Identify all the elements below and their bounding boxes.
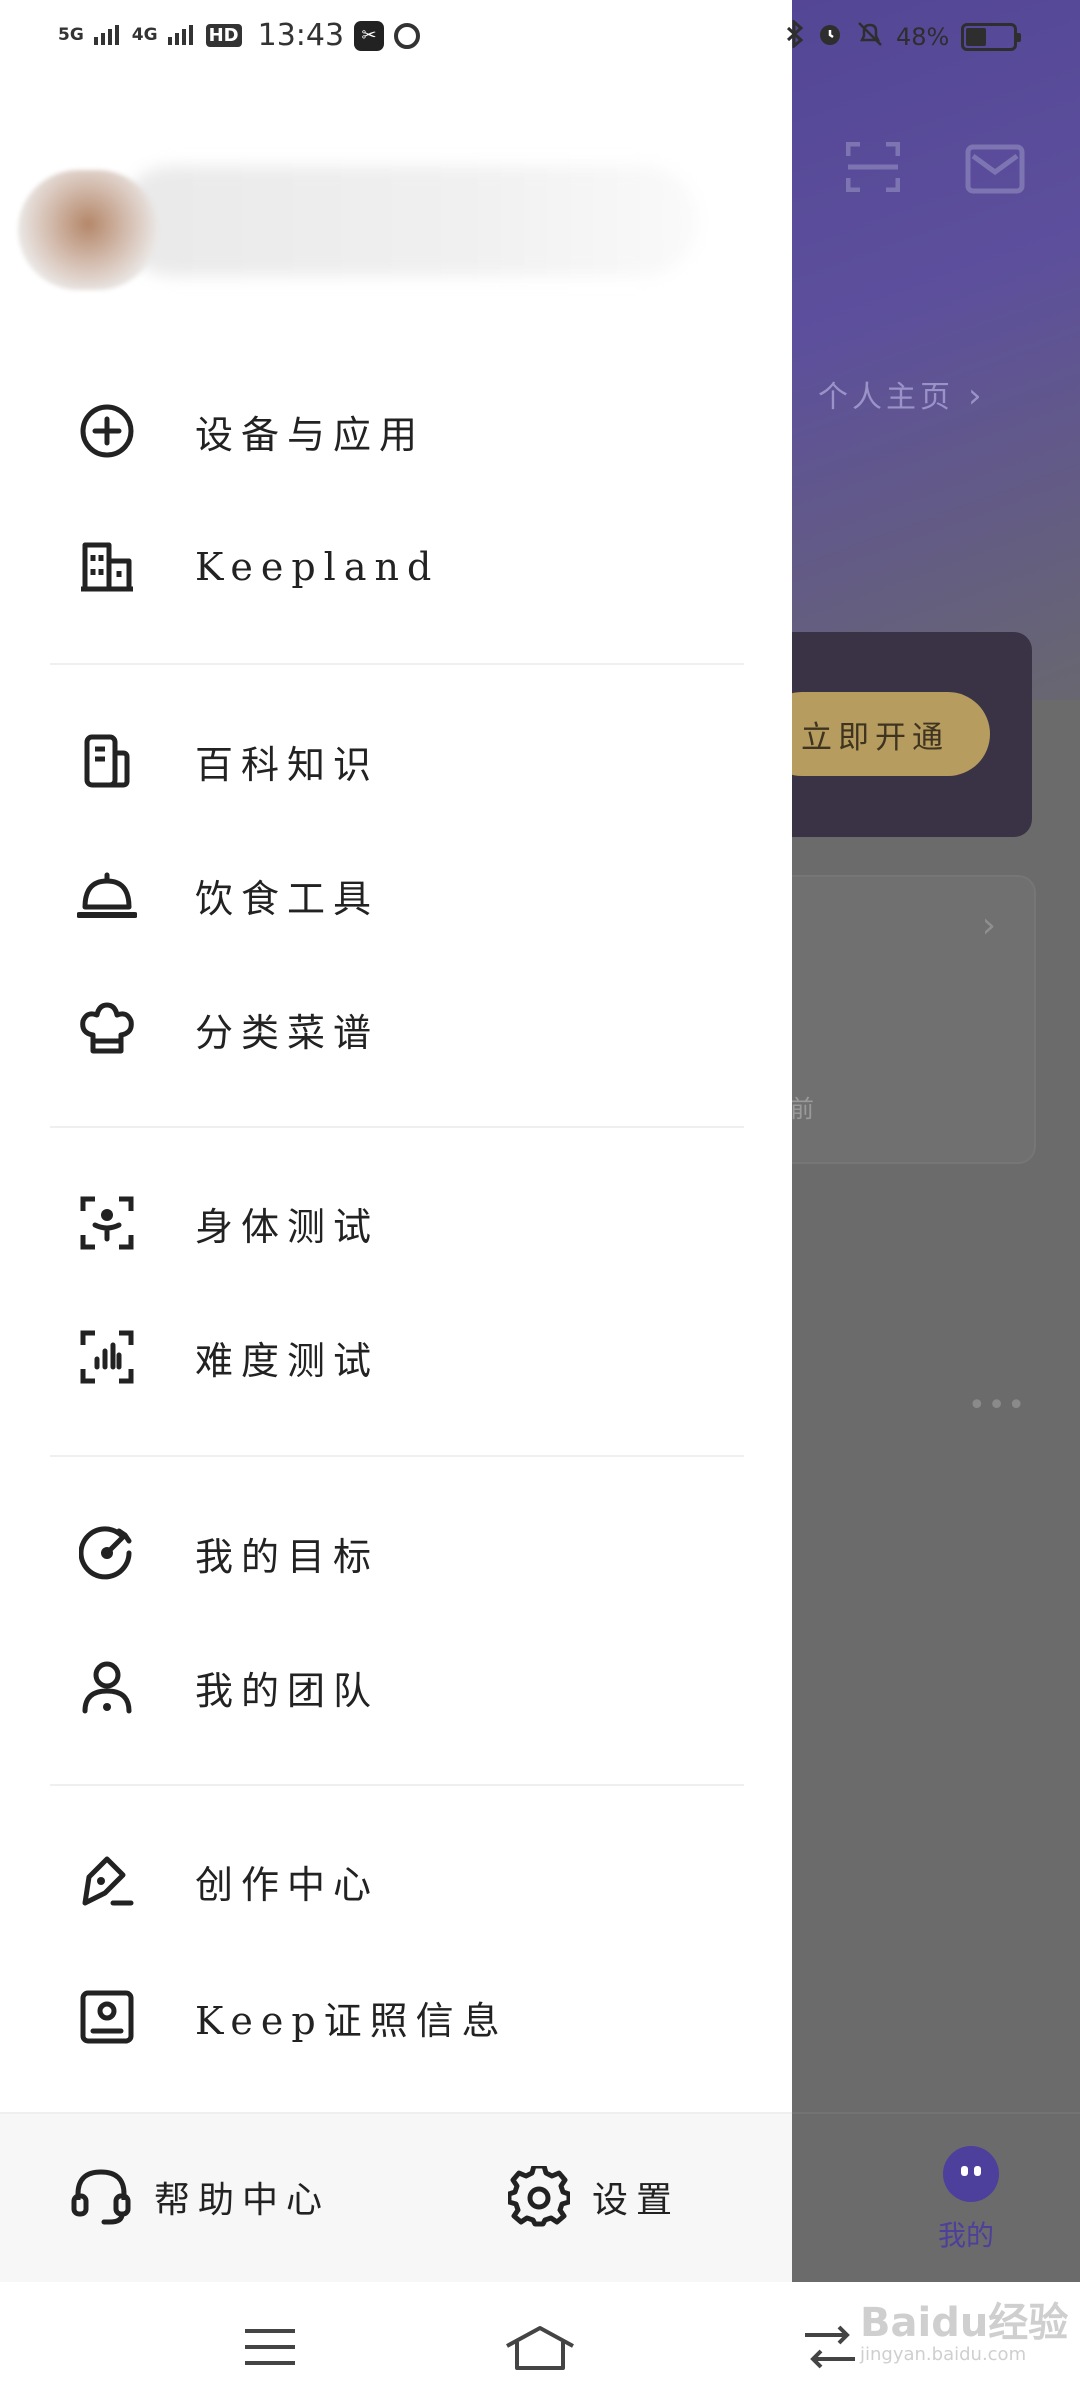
menu-item-encyclopedia[interactable]: 百科知识 <box>0 706 792 816</box>
menu-item-creator-center[interactable]: 创作中心 <box>0 1826 792 1936</box>
info-card-text: 前 <box>790 1095 814 1123</box>
difficulty-scan-icon <box>74 1324 140 1390</box>
divider <box>50 1784 744 1786</box>
profile-link[interactable]: 个人主页 › <box>818 372 986 416</box>
side-drawer: 设备与应用 Keepland 百科知识 饮食工具 分类菜谱 身体测试 难度测试 … <box>0 0 792 2284</box>
menu-item-label: 我的团队 <box>195 1668 380 1713</box>
tab-mine-icon[interactable] <box>943 2146 999 2202</box>
signal-bars-icon <box>167 18 196 53</box>
status-bar: 5G 4G HD 13:43 ✂ 48% <box>0 0 1080 80</box>
battery-icon <box>961 23 1022 51</box>
divider <box>50 1126 744 1128</box>
user-profile[interactable] <box>18 160 698 300</box>
profile-link-label: 个人主页 <box>818 380 954 415</box>
menu-item-label: 身体测试 <box>195 1204 380 1249</box>
menu-item-my-team[interactable]: 我的团队 <box>0 1632 792 1742</box>
menu-item-my-goals[interactable]: 我的目标 <box>0 1498 792 1608</box>
mute-bell-icon <box>856 20 884 54</box>
document-icon <box>74 728 140 794</box>
watermark-text: Baidu经验 <box>860 2300 1069 2346</box>
target-icon <box>74 1520 140 1586</box>
building-icon <box>74 534 140 600</box>
service-bell-icon <box>74 862 140 928</box>
team-icon <box>74 1654 140 1720</box>
chevron-right-icon: › <box>968 376 986 416</box>
mail-icon[interactable] <box>965 144 1025 194</box>
watermark: Baidu经验 jingyan.baidu.com <box>860 2290 1068 2365</box>
hamburger-icon <box>245 2329 295 2365</box>
divider <box>50 1455 744 1457</box>
chevron-right-icon: › <box>981 905 996 946</box>
menu-item-label: 我的目标 <box>195 1534 380 1579</box>
bluetooth-icon <box>786 18 804 54</box>
menu-nav-button[interactable] <box>230 2312 310 2382</box>
pen-icon <box>74 1848 140 1914</box>
help-center-button[interactable]: 帮助中心 <box>70 2166 330 2228</box>
watermark-sub: jingyan.baidu.com <box>860 2344 1027 2365</box>
more-icon[interactable]: ••• <box>968 1388 1027 1423</box>
body-scan-icon <box>74 1190 140 1256</box>
signal-bars-icon <box>93 18 122 53</box>
menu-item-label: 饮食工具 <box>195 876 380 921</box>
menu-item-diet-tools[interactable]: 饮食工具 <box>0 840 792 950</box>
search-app-icon <box>394 22 421 49</box>
signal-5g-icon: 5G <box>58 25 84 45</box>
help-center-label: 帮助中心 <box>154 2180 331 2221</box>
menu-item-label: Keepland <box>195 545 440 589</box>
battery-percent: 48% <box>896 23 950 51</box>
back-nav-button[interactable] <box>790 2312 870 2382</box>
menu-item-keepland[interactable]: Keepland <box>0 512 792 622</box>
menu-item-label: 难度测试 <box>195 1338 380 1383</box>
avatar[interactable] <box>18 170 158 290</box>
divider <box>50 663 744 665</box>
menu-item-label: 设备与应用 <box>195 412 426 457</box>
menu-item-difficulty-test[interactable]: 难度测试 <box>0 1302 792 1412</box>
vip-open-button[interactable]: 立即开通 <box>760 692 990 776</box>
username-blurred <box>118 166 698 276</box>
settings-button[interactable]: 设置 <box>508 2166 680 2228</box>
home-icon <box>506 2326 574 2370</box>
drawer-footer: 帮助中心 设置 <box>0 2112 792 2284</box>
alarm-icon <box>816 20 844 54</box>
menu-item-recipes[interactable]: 分类菜谱 <box>0 974 792 1084</box>
clock: 13:43 <box>257 18 345 53</box>
id-card-icon <box>74 1984 140 2050</box>
menu-item-body-test[interactable]: 身体测试 <box>0 1168 792 1278</box>
chef-hat-icon <box>74 996 140 1062</box>
headset-icon <box>71 2169 131 2225</box>
menu-item-license-info[interactable]: Keep证照信息 <box>0 1962 792 2072</box>
signal-4g-icon: 4G <box>131 25 158 45</box>
plus-circle-icon <box>74 398 140 464</box>
system-nav-bar: Baidu经验 jingyan.baidu.com <box>0 2282 1080 2408</box>
settings-label: 设置 <box>592 2180 681 2221</box>
menu-item-devices[interactable]: 设备与应用 <box>0 376 792 486</box>
menu-item-label: 创作中心 <box>195 1862 380 1907</box>
scan-icon[interactable] <box>846 142 900 192</box>
gear-icon <box>508 2166 570 2227</box>
tab-mine-label[interactable]: 我的 <box>938 2214 994 2254</box>
menu-item-label: Keep证照信息 <box>195 1998 508 2043</box>
home-nav-button[interactable] <box>500 2312 580 2382</box>
menu-item-label: 分类菜谱 <box>195 1010 380 1055</box>
menu-item-label: 百科知识 <box>195 742 380 787</box>
back-icon <box>805 2325 855 2369</box>
hd-icon: HD <box>205 24 242 47</box>
capcut-icon: ✂ <box>354 20 385 51</box>
